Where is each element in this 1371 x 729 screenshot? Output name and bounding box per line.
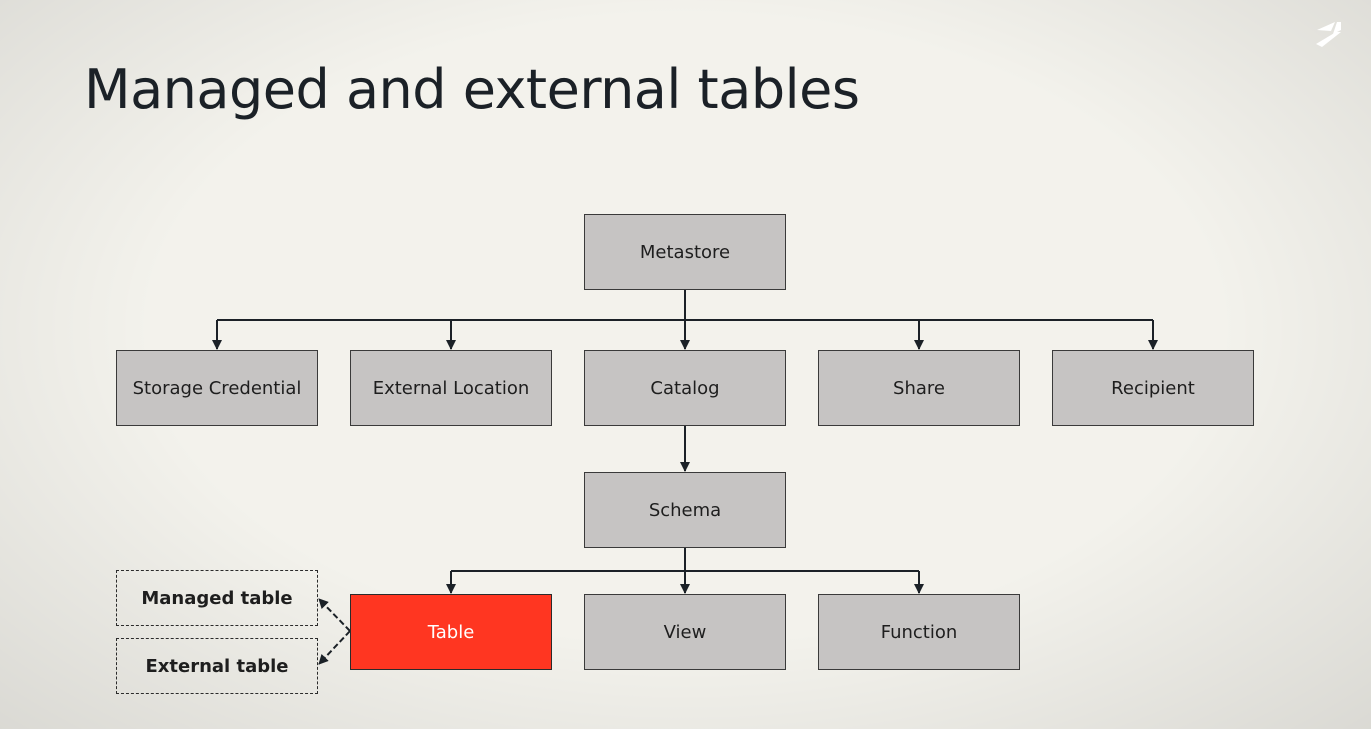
node-view: View	[584, 594, 786, 670]
node-managed-table: Managed table	[116, 570, 318, 626]
node-function: Function	[818, 594, 1020, 670]
node-share: Share	[818, 350, 1020, 426]
node-recipient: Recipient	[1052, 350, 1254, 426]
node-external-table: External table	[116, 638, 318, 694]
node-storage-credential: Storage Credential	[116, 350, 318, 426]
node-table: Table	[350, 594, 552, 670]
node-metastore: Metastore	[584, 214, 786, 290]
node-external-location: External Location	[350, 350, 552, 426]
node-schema: Schema	[584, 472, 786, 548]
node-catalog: Catalog	[584, 350, 786, 426]
